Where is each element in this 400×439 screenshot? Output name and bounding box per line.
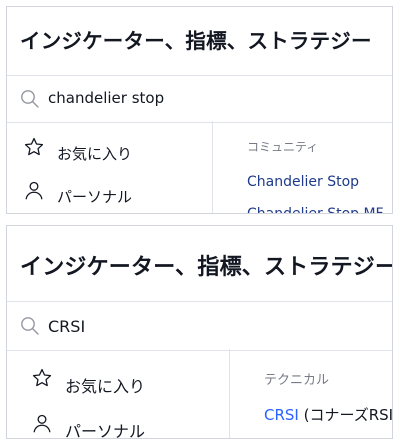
dialog-title: インジケーター、指標、ストラテジー <box>20 29 372 53</box>
result-description: (コナーズRSI) <box>298 406 393 424</box>
sidebar-item-label: お気に入り <box>57 145 133 163</box>
person-icon <box>33 414 51 433</box>
result-item[interactable]: Chandelier Stop <box>247 174 359 190</box>
results-list: コミュニティ Chandelier Stop Chandelier Stop M… <box>213 121 392 213</box>
sidebar-item-favorites[interactable]: お気に入り <box>7 133 212 169</box>
dialog-title: インジケーター、指標、ストラテジー <box>20 255 393 280</box>
search-icon <box>21 317 39 335</box>
indicator-dialog-2: インジケーター、指標、ストラテジー お気に入り パーソナル テクニカル CRSI… <box>6 225 393 439</box>
result-name: Chandelier Stop MF <box>247 206 384 214</box>
section-header: テクニカル <box>264 373 330 388</box>
indicator-dialog-1: インジケーター、指標、ストラテジー お気に入り パーソナル コミュニティ Cha… <box>6 6 393 214</box>
sidebar: お気に入り パーソナル <box>7 349 230 438</box>
result-name: CRSI <box>264 406 299 424</box>
search-bar <box>7 301 392 351</box>
sidebar-item-label: パーソナル <box>65 422 146 439</box>
search-bar <box>7 75 392 123</box>
sidebar-item-personal[interactable]: パーソナル <box>7 408 229 439</box>
results-list: テクニカル CRSI (コナーズRSI) <box>230 349 392 438</box>
search-input[interactable] <box>48 87 382 109</box>
sidebar-item-label: お気に入り <box>65 377 146 396</box>
sidebar-item-personal[interactable]: パーソナル <box>7 176 212 212</box>
star-icon <box>32 368 52 387</box>
search-icon <box>21 90 39 108</box>
search-input[interactable] <box>48 314 382 338</box>
section-header: コミュニティ <box>247 140 319 154</box>
sidebar: お気に入り パーソナル <box>7 121 213 213</box>
sidebar-item-favorites[interactable]: お気に入り <box>7 363 229 399</box>
sidebar-item-label: パーソナル <box>57 188 133 206</box>
result-item[interactable]: Chandelier Stop MF <box>247 206 384 214</box>
result-item[interactable]: CRSI (コナーズRSI) <box>264 404 393 425</box>
result-name: Chandelier Stop <box>247 174 360 190</box>
star-icon <box>24 137 44 156</box>
person-icon <box>25 181 43 200</box>
